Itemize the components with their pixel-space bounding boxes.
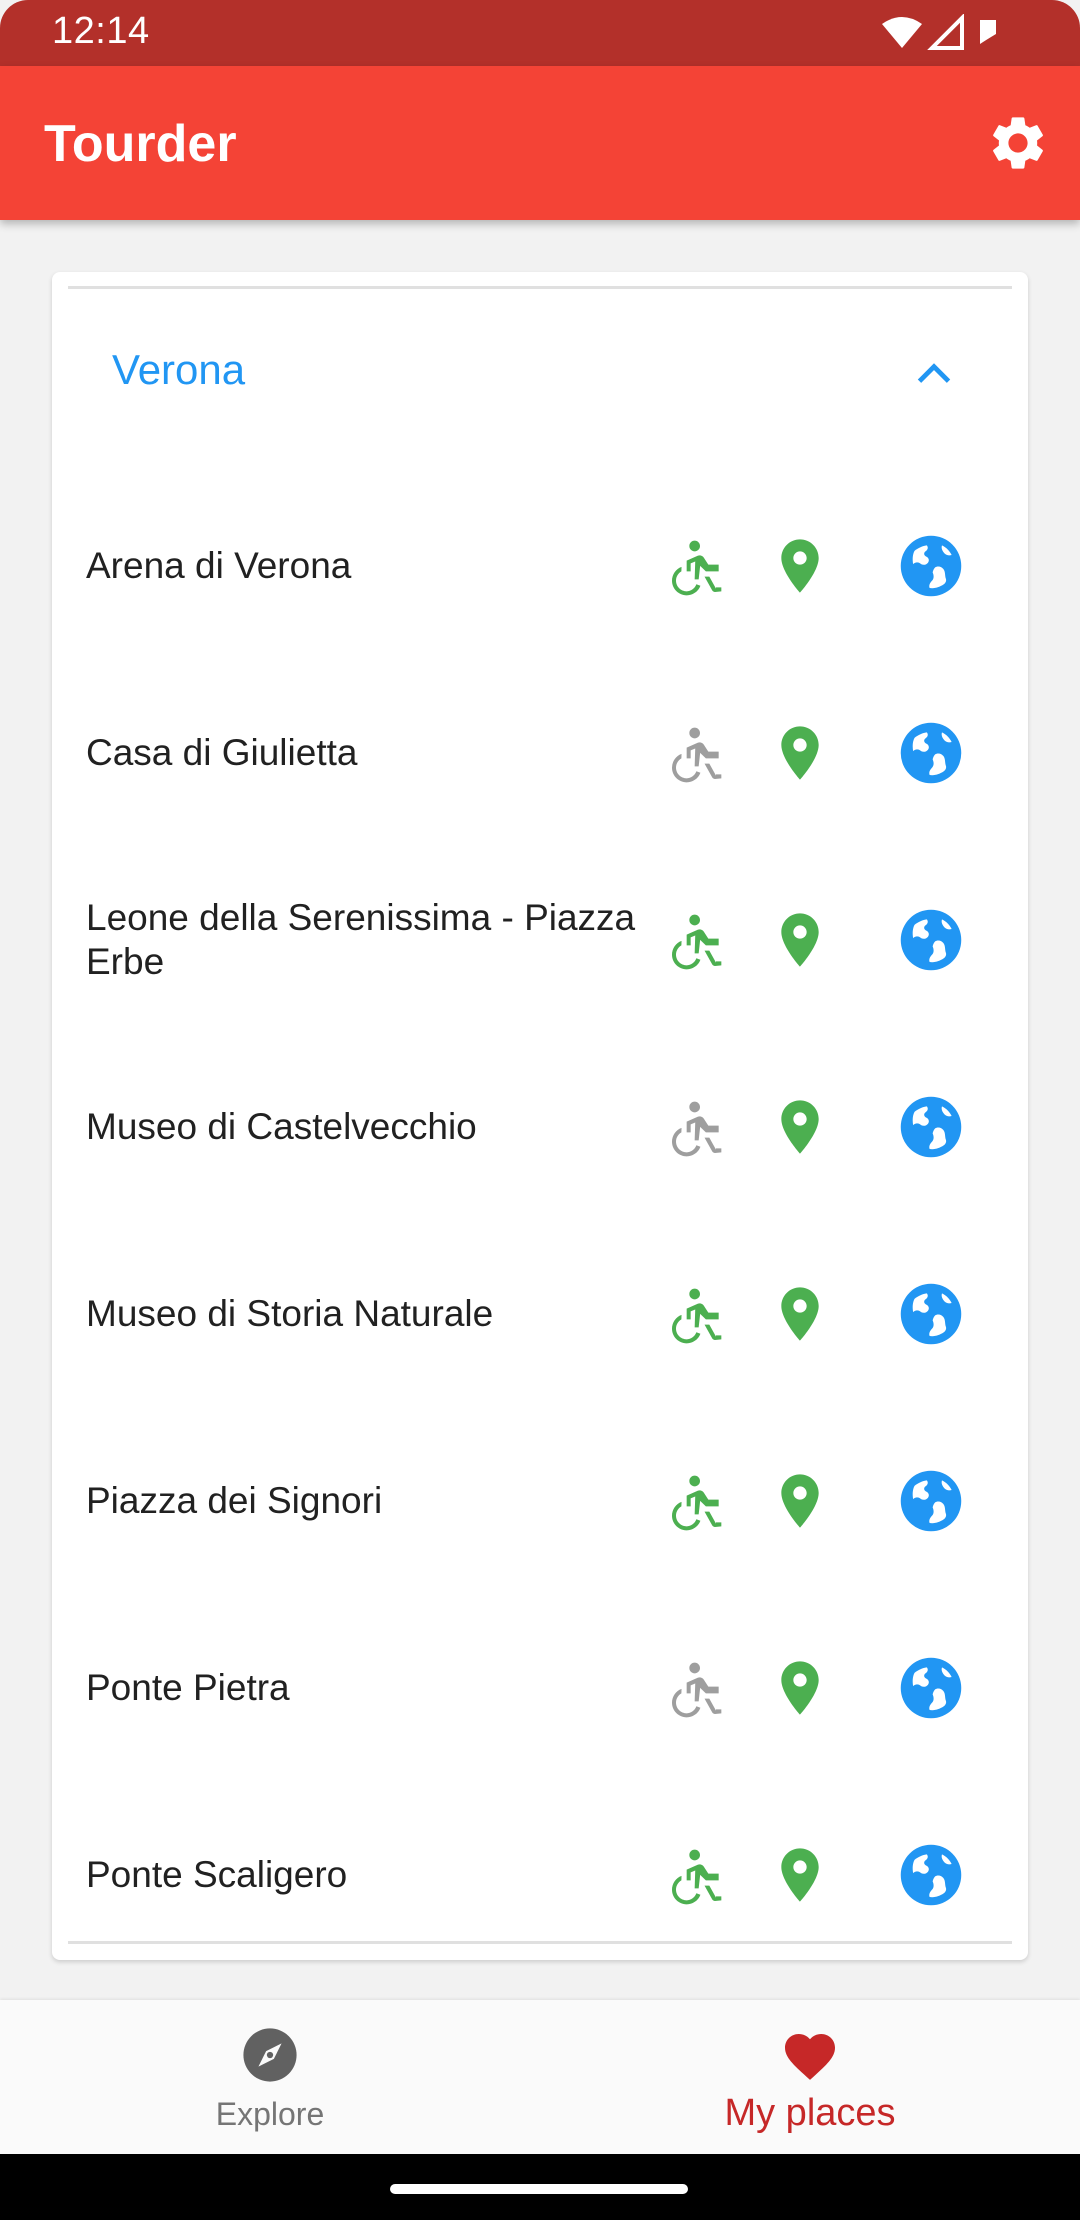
globe-icon[interactable] (898, 1655, 964, 1721)
divider (68, 1941, 1012, 1944)
globe-icon[interactable] (898, 720, 964, 786)
place-row[interactable]: Leone della Serenissima - Piazza Erbe (52, 846, 1028, 1033)
divider (68, 286, 1012, 289)
place-row[interactable]: Ponte Scaligero (52, 1781, 1028, 1968)
battery-icon (980, 20, 996, 44)
map-pin-icon[interactable] (768, 1282, 832, 1346)
place-row[interactable]: Piazza dei Signori (52, 1407, 1028, 1594)
place-name: Ponte Scaligero (86, 1853, 348, 1895)
globe-icon[interactable] (898, 533, 964, 599)
app-bar: Tourder (0, 66, 1080, 220)
nav-label: Explore (215, 2096, 325, 2132)
nav-my-places[interactable]: My places (540, 2000, 1080, 2154)
place-row[interactable]: Ponte Pietra (52, 1594, 1028, 1781)
wheelchair-icon[interactable] (668, 908, 732, 972)
wheelchair-icon[interactable] (668, 1656, 732, 1720)
wheelchair-icon[interactable] (668, 534, 732, 598)
place-row[interactable]: Casa di Giulietta (52, 659, 1028, 846)
globe-icon[interactable] (898, 1094, 964, 1160)
place-list: Arena di Verona Casa di Giulietta Leone de… (52, 472, 1028, 1968)
nav-label: My places (724, 2092, 896, 2134)
group-header-verona[interactable]: Verona (52, 308, 1028, 428)
place-name: Museo di Castelvecchio (86, 1105, 477, 1147)
globe-icon[interactable] (898, 907, 964, 973)
place-name: Casa di Giulietta (86, 731, 358, 773)
heart-icon (785, 2034, 835, 2080)
place-name: Ponte Pietra (86, 1666, 290, 1708)
globe-icon[interactable] (898, 1281, 964, 1347)
place-row[interactable]: Museo di Castelvecchio (52, 1033, 1028, 1220)
place-name: Leone della Serenissima - Piazza Erbe (86, 896, 636, 982)
map-pin-icon[interactable] (768, 721, 832, 785)
map-pin-icon[interactable] (768, 1095, 832, 1159)
wheelchair-icon[interactable] (668, 721, 732, 785)
bottom-nav: Explore My places (0, 2000, 1080, 2154)
globe-icon[interactable] (898, 1468, 964, 1534)
cell-signal-icon (927, 14, 964, 50)
app-title: Tourder (44, 115, 237, 173)
map-pin-icon[interactable] (768, 1656, 832, 1720)
system-nav-bar (0, 2154, 1080, 2220)
home-handle[interactable] (390, 2184, 688, 2194)
status-time: 12:14 (52, 10, 150, 52)
place-row[interactable]: Arena di Verona (52, 472, 1028, 659)
place-row[interactable]: Museo di Storia Naturale (52, 1220, 1028, 1407)
place-name: Museo di Storia Naturale (86, 1292, 494, 1334)
wheelchair-icon[interactable] (668, 1843, 732, 1907)
group-title: Verona (112, 346, 246, 393)
place-name: Arena di Verona (86, 544, 352, 586)
wifi-icon (882, 17, 922, 48)
status-bar: 12:14 (0, 0, 1080, 66)
wheelchair-icon[interactable] (668, 1469, 732, 1533)
map-pin-icon[interactable] (768, 1469, 832, 1533)
chevron-up-icon[interactable] (912, 352, 956, 396)
nav-explore[interactable]: Explore (0, 2000, 540, 2154)
map-pin-icon[interactable] (768, 908, 832, 972)
globe-icon[interactable] (898, 1842, 964, 1908)
map-pin-icon[interactable] (768, 534, 832, 598)
map-pin-icon[interactable] (768, 1843, 832, 1907)
places-card: Verona Arena di Verona Casa di Giulietta L… (52, 272, 1028, 1960)
wheelchair-icon[interactable] (668, 1095, 732, 1159)
wheelchair-icon[interactable] (668, 1282, 732, 1346)
status-icons (882, 14, 996, 50)
gear-icon[interactable] (986, 111, 1050, 175)
place-name: Piazza dei Signori (86, 1479, 383, 1521)
compass-icon (243, 2028, 297, 2082)
